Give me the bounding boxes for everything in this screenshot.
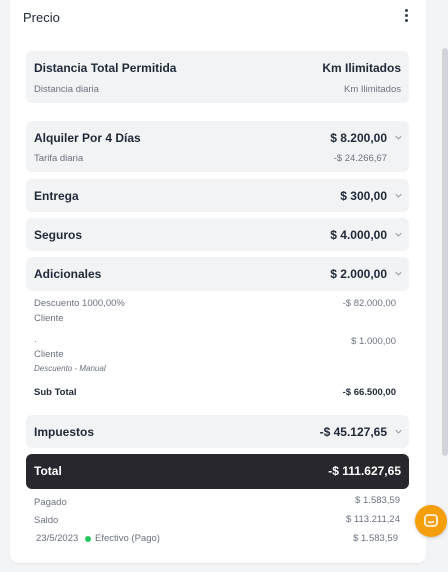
discount-client: Cliente xyxy=(34,313,64,324)
subtotal-label: Sub Total xyxy=(34,387,77,398)
chevron-down-icon[interactable] xyxy=(395,231,402,238)
item-value: $ 1.000,00 xyxy=(351,336,396,347)
distance-section: Distancia Total Permitida Km Ilimitados … xyxy=(26,51,409,103)
chevron-down-icon[interactable] xyxy=(395,270,402,277)
paid-value: $ 1.583,59 xyxy=(355,495,400,506)
total-section: Total -$ 111.627,65 xyxy=(26,454,409,489)
extras-label: Adicionales xyxy=(34,267,102,281)
insurance-section[interactable]: Seguros $ 4.000,00 xyxy=(26,218,409,251)
chat-button[interactable] xyxy=(415,505,447,537)
delivery-value: $ 300,00 xyxy=(340,189,387,203)
paid-label: Pagado xyxy=(34,497,67,508)
chevron-down-icon[interactable] xyxy=(395,134,402,141)
taxes-label: Impuestos xyxy=(34,425,95,439)
chevron-down-icon[interactable] xyxy=(395,428,402,435)
discount-label: Descuento 1000,00% xyxy=(34,298,125,309)
rental-value: $ 8.200,00 xyxy=(330,131,387,145)
scrollbar[interactable] xyxy=(440,0,448,572)
rental-label: Alquiler Por 4 Días xyxy=(34,131,141,145)
item-label: . xyxy=(34,334,37,345)
card-title: Precio xyxy=(23,10,60,25)
rental-section[interactable]: Alquiler Por 4 Días $ 8.200,00 Tarifa di… xyxy=(26,121,409,172)
distance-label: Distancia Total Permitida xyxy=(34,61,177,75)
chevron-down-icon[interactable] xyxy=(395,192,402,199)
payment-date: 23/5/2023 xyxy=(36,533,79,544)
total-value: -$ 111.627,65 xyxy=(328,464,401,478)
delivery-label: Entrega xyxy=(34,189,79,203)
daily-rate-label: Tarifa diaria xyxy=(34,153,84,164)
subtotal-value: -$ 66.500,00 xyxy=(342,387,396,398)
balance-value: $ 113.211,24 xyxy=(345,514,400,525)
item-note: Descuento - Manual xyxy=(34,364,106,373)
item-client: Cliente xyxy=(34,349,64,360)
insurance-label: Seguros xyxy=(34,228,83,242)
scrollbar-thumb[interactable] xyxy=(442,48,448,456)
payment-method: Efectivo (Pago) xyxy=(95,533,160,544)
price-card: Precio Distancia Total Permitida Km Ilim… xyxy=(10,0,426,563)
payment-value: $ 1.583,59 xyxy=(353,533,398,544)
taxes-section[interactable]: Impuestos -$ 45.127,65 xyxy=(26,415,409,448)
daily-rate-value: -$ 24.266,67 xyxy=(333,153,387,164)
total-label: Total xyxy=(34,464,62,478)
delivery-section[interactable]: Entrega $ 300,00 xyxy=(26,179,409,212)
discount-value: -$ 82.000,00 xyxy=(342,298,396,309)
status-dot xyxy=(85,536,91,542)
extras-value: $ 2.000,00 xyxy=(330,267,387,281)
daily-distance-value: Km Ilimitados xyxy=(343,84,401,95)
insurance-value: $ 4.000,00 xyxy=(330,228,387,242)
distance-value: Km Ilimitados xyxy=(322,61,401,75)
taxes-value: -$ 45.127,65 xyxy=(319,425,387,439)
balance-label: Saldo xyxy=(34,515,59,526)
extras-section[interactable]: Adicionales $ 2.000,00 xyxy=(26,257,409,291)
daily-distance-label: Distancia diaria xyxy=(34,84,99,95)
chat-bubble-icon xyxy=(424,514,438,527)
kebab-menu-icon[interactable] xyxy=(400,8,412,22)
